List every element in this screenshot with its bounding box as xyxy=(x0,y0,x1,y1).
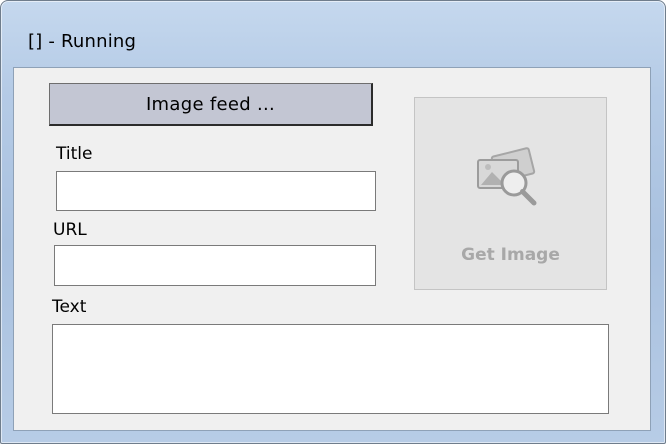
window-title: [] - Running xyxy=(28,31,137,52)
image-feed-button[interactable]: Image feed ... xyxy=(49,83,373,126)
text-area[interactable] xyxy=(52,324,609,414)
title-input[interactable] xyxy=(56,171,376,211)
app-window: [] - Running Image feed ... Title URL Te… xyxy=(0,0,666,444)
url-input[interactable] xyxy=(54,245,376,286)
image-search-icon xyxy=(477,147,537,206)
title-label: Title xyxy=(56,144,93,164)
get-image-label: Get Image xyxy=(461,245,560,265)
url-label: URL xyxy=(53,220,87,240)
client-area: Image feed ... Title URL Text Get Image xyxy=(13,67,651,431)
get-image-button[interactable]: Get Image xyxy=(414,97,607,290)
text-label: Text xyxy=(52,297,87,317)
